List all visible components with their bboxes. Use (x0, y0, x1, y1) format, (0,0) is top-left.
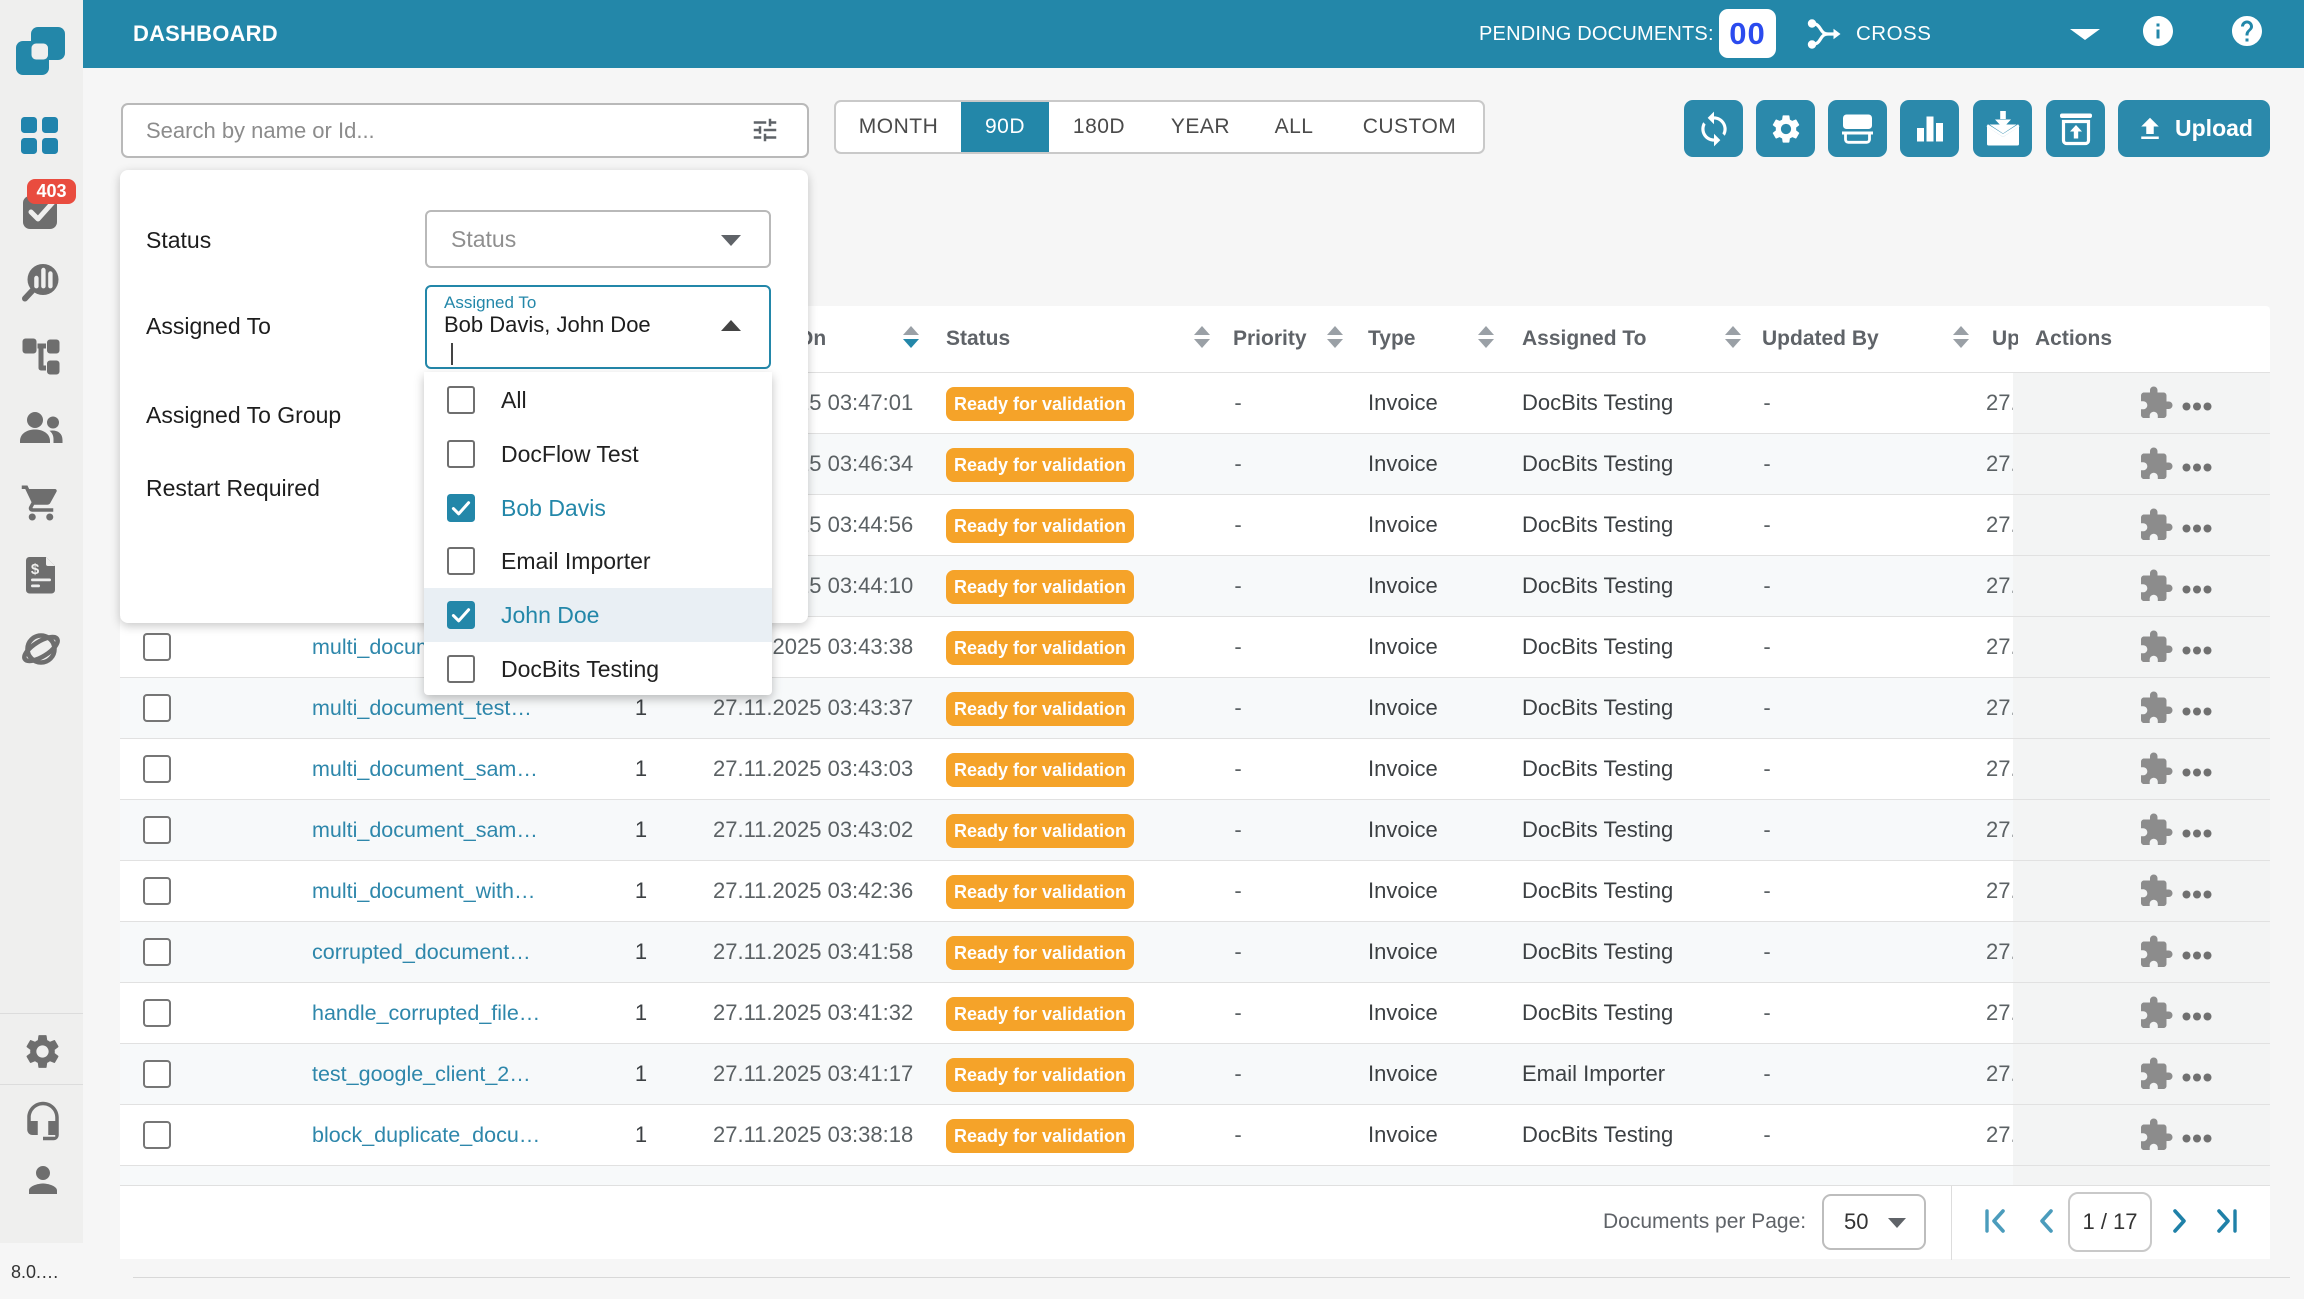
svg-text:$: $ (31, 561, 40, 578)
